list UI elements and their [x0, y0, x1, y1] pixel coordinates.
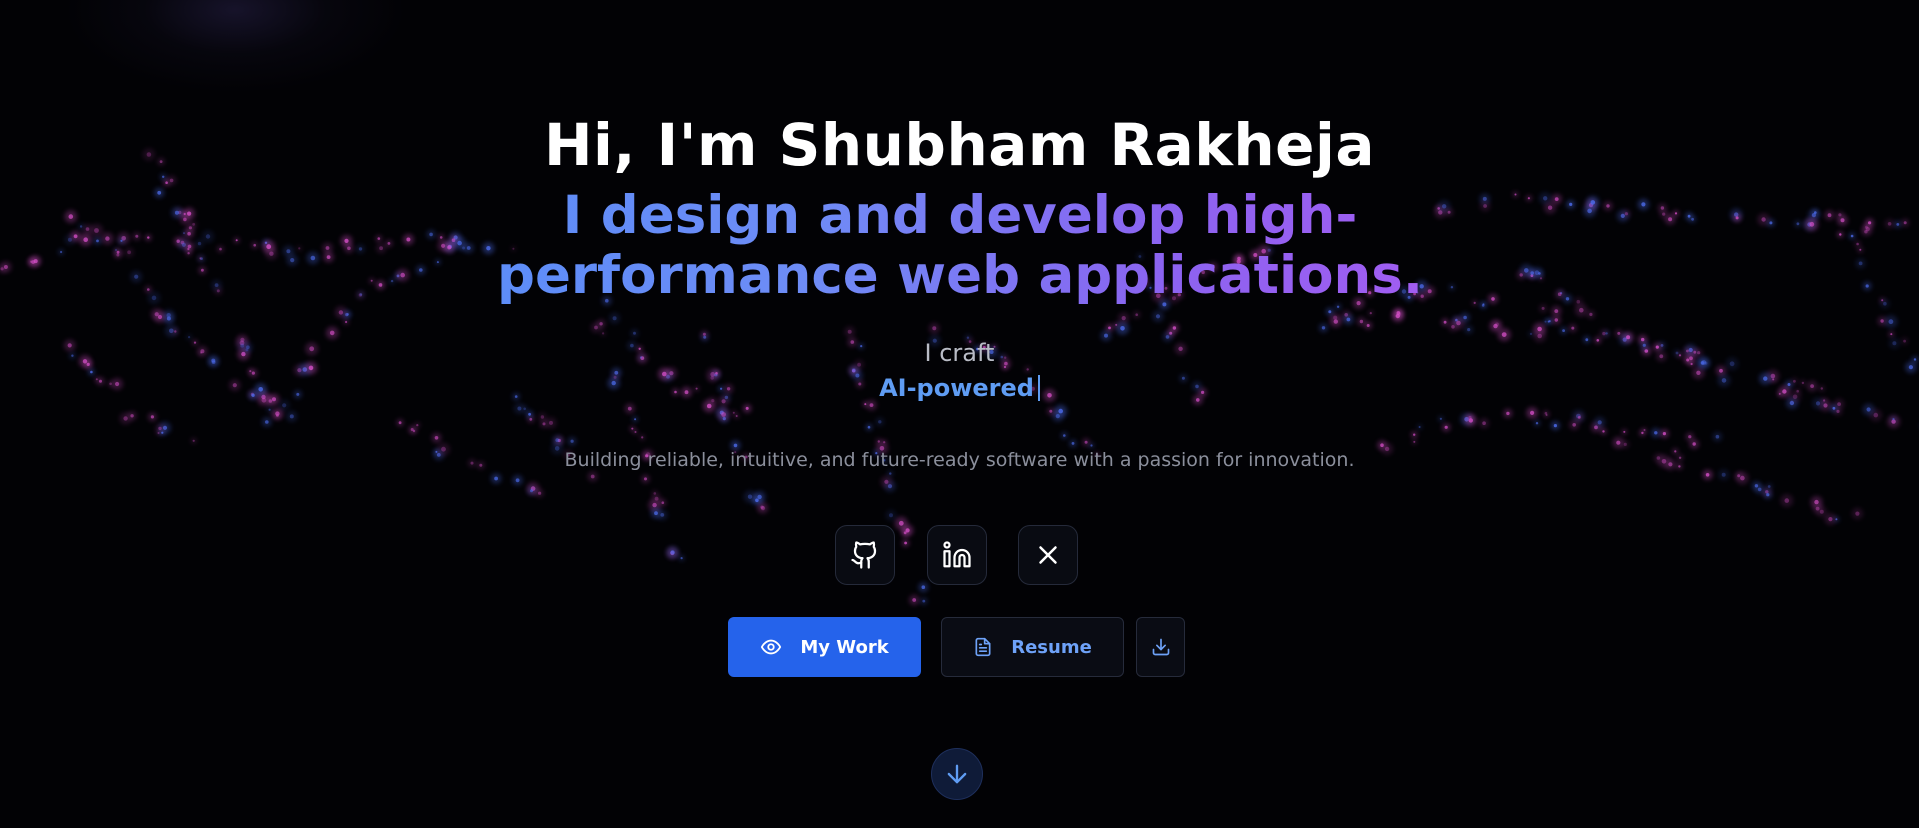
github-link[interactable] — [835, 525, 895, 585]
typing-cursor — [1037, 375, 1040, 401]
tagline-line-1: I design and develop high- — [562, 185, 1358, 246]
linkedin-link[interactable] — [927, 525, 987, 585]
hero-section: Hi, I'm Shubham Rakheja I design and dev… — [0, 0, 1919, 828]
hero-title: Hi, I'm Shubham Rakheja — [543, 111, 1376, 179]
typed-word: AI-powered — [879, 374, 1034, 402]
scroll-down-button[interactable] — [931, 748, 983, 800]
my-work-button[interactable]: My Work — [728, 617, 921, 677]
arrow-down-icon — [947, 764, 967, 784]
typed-text: AI-powered — [0, 373, 1919, 403]
x-link[interactable] — [1018, 525, 1078, 585]
download-resume-button[interactable] — [1136, 617, 1185, 677]
resume-button[interactable]: Resume — [941, 617, 1124, 677]
eye-icon — [761, 639, 782, 655]
resume-label: Resume — [1011, 636, 1092, 658]
hero-subtitle: Building reliable, intuitive, and future… — [564, 449, 1355, 471]
download-icon — [1152, 638, 1169, 656]
file-text-icon — [975, 637, 991, 657]
tagline-line-2: performance web applications. — [497, 245, 1423, 306]
hero-content: Hi, I'm Shubham Rakheja I design and dev… — [0, 0, 1919, 828]
craft-prefix: I craft — [924, 339, 995, 367]
hero-tagline: I design and develop high- performance w… — [460, 186, 1460, 306]
my-work-label: My Work — [800, 636, 889, 658]
linkedin-icon — [943, 541, 971, 568]
x-icon — [1039, 546, 1057, 564]
github-icon — [851, 541, 877, 569]
